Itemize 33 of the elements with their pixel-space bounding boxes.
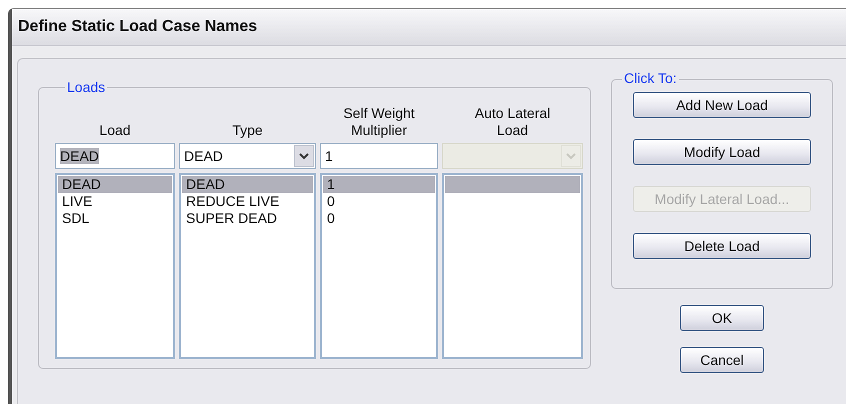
chevron-icon [299,152,309,160]
column-header: Type [232,122,263,139]
selection-highlight[interactable] [445,176,580,193]
list-box[interactable]: 1 0 0 [320,173,438,359]
list-item[interactable]: SDL [58,210,172,227]
chevron-icon [566,152,576,160]
list-item[interactable]: DEAD [58,176,172,193]
column-header: Load [99,122,131,139]
window-title: Define Static Load Case Names [18,18,258,36]
list-item[interactable]: DEAD [182,176,313,193]
ok-button[interactable]: OK [680,305,764,331]
list-item[interactable]: SUPER DEAD [182,210,313,227]
list-item[interactable]: 0 [323,210,435,227]
dropdown-arrow-button[interactable] [294,145,314,167]
column-header: Self Weight Multiplier [342,105,416,139]
list-item[interactable]: 1 [323,176,435,193]
list-box[interactable]: DEAD REDUCE LIVE SUPER DEAD [179,173,316,359]
action-button[interactable]: Modify Load [633,139,811,165]
action-button[interactable]: Delete Load [633,233,811,259]
list-box[interactable] [442,173,583,359]
group-label: Loads [66,79,106,95]
auto-lateral-dropdown[interactable] [442,143,583,169]
list-item[interactable]: REDUCE LIVE [182,193,313,210]
type-dropdown[interactable]: DEAD [179,143,316,169]
cancel-button[interactable]: Cancel [680,347,764,373]
list-item[interactable]: LIVE [58,193,172,210]
list-box[interactable]: DEAD LIVE SDL [55,173,175,359]
group-label: Click To: [622,70,679,86]
action-button[interactable]: Add New Load [633,92,811,118]
list-item[interactable]: 0 [323,193,435,210]
multiplier-field[interactable]: 1 [320,143,438,169]
load-name-field[interactable]: DEAD [55,143,175,169]
column-header: Auto Lateral Load [474,105,552,139]
